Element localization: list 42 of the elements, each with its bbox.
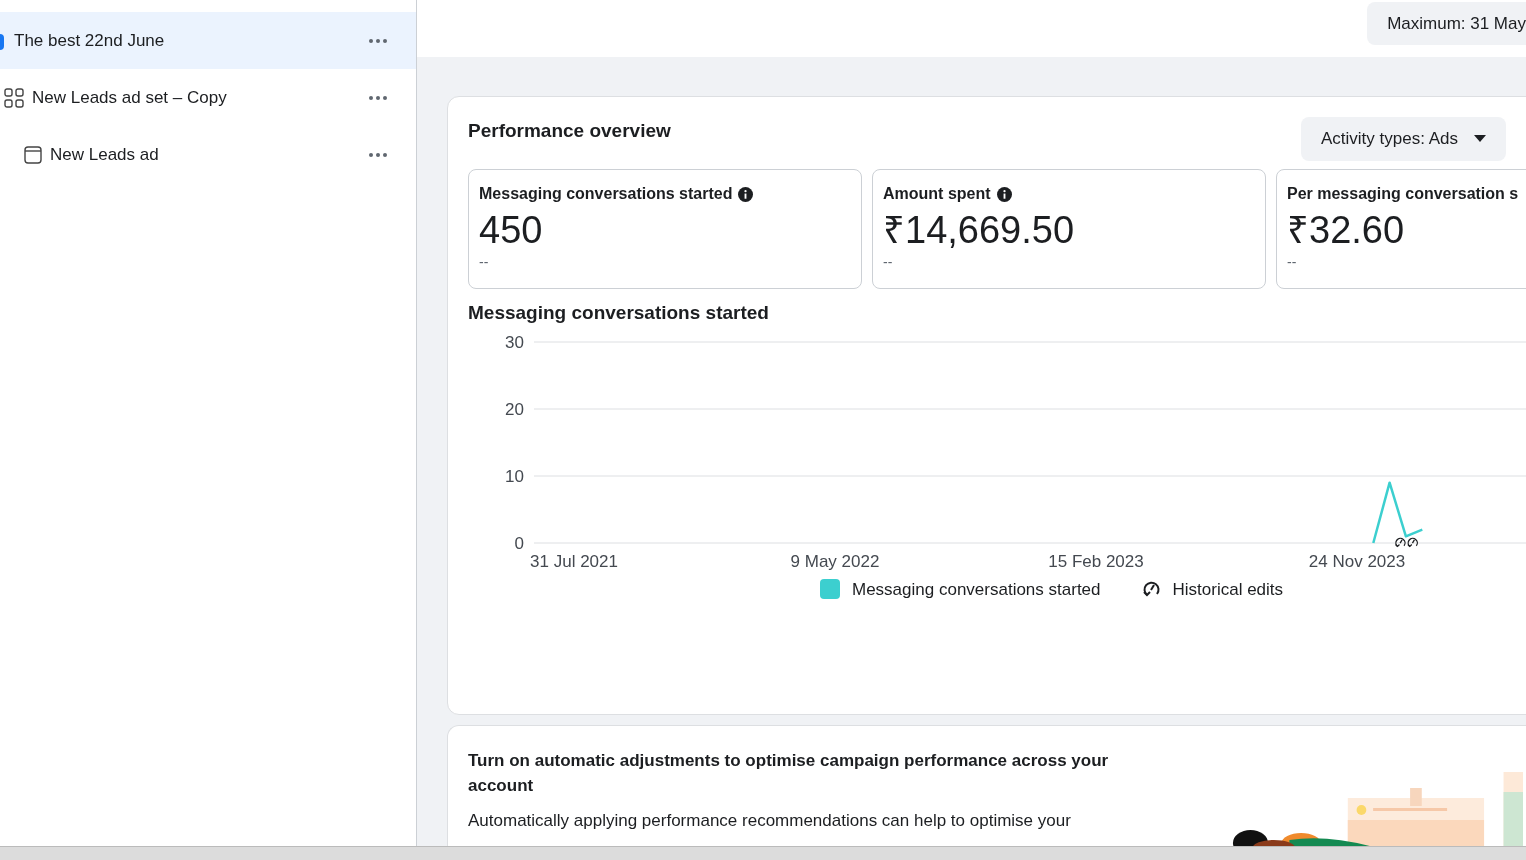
more-icon[interactable] [368, 37, 388, 44]
metric-change: -- [1287, 254, 1298, 270]
chart-title: Messaging conversations started [468, 301, 770, 325]
x-tick-label: 15 Feb 2023 [1048, 551, 1144, 571]
item-label: New Leads ad set – Copy [32, 86, 227, 109]
info-icon[interactable] [738, 186, 754, 202]
selection-bar [0, 34, 4, 50]
edit-marker-icon [1407, 537, 1418, 546]
metric-label: Messaging conversations started [479, 184, 733, 204]
card-title: Performance overview [468, 119, 671, 143]
series-line [1372, 480, 1423, 543]
grid-icon [4, 87, 24, 108]
activity-filter-button[interactable]: Activity types: Ads [1301, 117, 1506, 161]
metric-label: Per messaging conversation s [1287, 184, 1519, 204]
recommendation-title: Turn on automatic adjustments to optimise campaign performance across your account [468, 750, 1110, 797]
metric-value: ₹14,669.50 [883, 208, 1076, 253]
x-tick-label: 31 Jul 2021 [530, 551, 618, 571]
item-label: New Leads ad [50, 143, 159, 166]
metric-label: Amount spent [883, 184, 991, 204]
info-icon[interactable] [996, 186, 1012, 202]
y-tick-label: 30 [505, 332, 524, 352]
metric-value: ₹32.60 [1287, 208, 1406, 253]
legend-swatch [820, 579, 840, 600]
item-label: The best 22nd June [14, 29, 165, 52]
legend-label: Messaging conversations started [852, 578, 1101, 601]
y-tick-label: 10 [505, 466, 524, 486]
x-tick-label: 9 May 2022 [790, 551, 880, 571]
metric-change: -- [479, 254, 490, 270]
sidebar-item[interactable]: The best 22nd June [0, 12, 416, 69]
legend-label: Historical edits [1172, 578, 1284, 601]
x-tick-label: 24 Nov 2023 [1308, 551, 1406, 571]
y-tick-label: 20 [505, 399, 524, 419]
y-tick-label: 0 [514, 533, 524, 553]
more-icon[interactable] [368, 94, 388, 101]
recommendation-text: Automatically applying performance recommendations can help to optimise your [468, 810, 1072, 832]
caret-icon [1474, 135, 1486, 143]
date-range-button[interactable]: Maximum: 31 May [1367, 2, 1526, 45]
window-icon [24, 145, 42, 164]
more-icon[interactable] [368, 151, 388, 158]
metric-value: 450 [479, 208, 544, 253]
metric-change: -- [883, 254, 894, 270]
edit-marker-icon [1395, 537, 1405, 546]
